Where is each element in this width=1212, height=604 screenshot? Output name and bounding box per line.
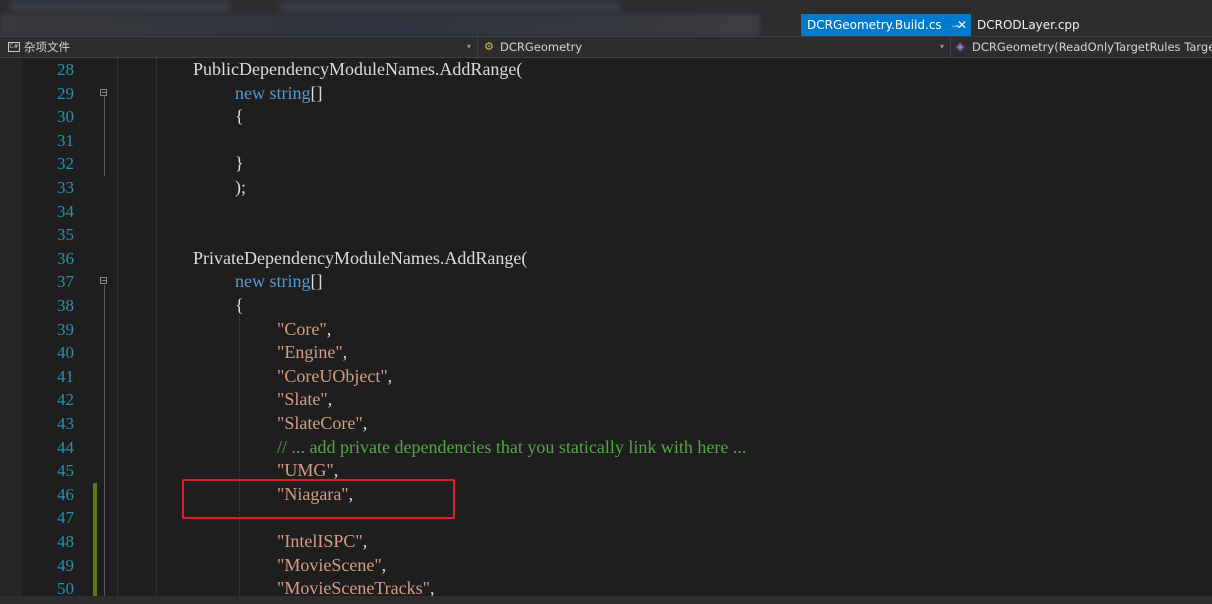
line-number: 33 — [57, 178, 74, 197]
line-number: 28 — [57, 60, 74, 79]
line-number: 29 — [57, 83, 74, 103]
member-label: DCRGeometry(ReadOnlyTargetRules Target — [972, 40, 1212, 54]
class-icon: ⚙ — [484, 39, 494, 53]
divider — [950, 37, 951, 57]
class-label: DCRGeometry — [500, 40, 583, 54]
line-number: 44 — [57, 437, 74, 457]
code-line: 40 "Engine", — [0, 341, 1212, 365]
line-number: 47 — [57, 508, 74, 528]
line-number: 45 — [57, 461, 74, 481]
code-line: 43 "SlateCore", — [0, 412, 1212, 436]
code-line: 39 "Core", — [0, 318, 1212, 342]
code-text[interactable]: new string[] — [235, 82, 323, 106]
tab-dcrgeometry-build-cs[interactable]: DCRGeometry.Build.cs ⊸ ✕ — [801, 14, 971, 36]
tab-dcrodlayer-cpp[interactable]: DCRODLayer.cpp — [971, 14, 1101, 36]
red-highlight-annotation — [182, 479, 455, 519]
line-number: 39 — [57, 319, 74, 339]
code-line: 32 } — [0, 152, 1212, 176]
code-text[interactable]: "CoreUObject", — [277, 365, 392, 389]
code-text[interactable]: "IntelISPC", — [277, 530, 367, 554]
member-dropdown[interactable]: ◈ DCRGeometry(ReadOnlyTargetRules Target — [956, 37, 1212, 57]
code-editor[interactable]: 28 PublicDependencyModuleNames.AddRange(… — [0, 58, 1212, 598]
code-line: 38 { — [0, 294, 1212, 318]
chevron-down-icon[interactable]: ▾ — [940, 37, 944, 57]
code-line: 44 // ... add private dependencies that … — [0, 436, 1212, 460]
divider — [477, 37, 478, 57]
code-line: 30 { — [0, 105, 1212, 129]
code-line: 49 "MovieScene", — [0, 554, 1212, 578]
code-text[interactable]: "SlateCore", — [277, 412, 367, 436]
line-number: 32 — [57, 154, 74, 174]
code-line: 31 — [0, 129, 1212, 153]
code-comment[interactable]: // ... add private dependencies that you… — [277, 436, 746, 460]
tab-label: DCRGeometry.Build.cs — [807, 18, 942, 32]
collapse-icon[interactable]: − — [100, 277, 108, 285]
code-line: 48 "IntelISPC", — [0, 530, 1212, 554]
close-icon[interactable]: ✕ — [957, 14, 967, 36]
blurred-region — [10, 2, 230, 12]
code-text[interactable]: new string[] — [235, 270, 323, 294]
project-icon: C# — [8, 41, 20, 52]
title-strip-blurred — [0, 0, 1212, 14]
blurred-region — [280, 2, 620, 12]
line-number: 35 — [57, 225, 74, 245]
code-text[interactable]: "MovieScene", — [277, 554, 386, 578]
code-line: 28 PublicDependencyModuleNames.AddRange( — [0, 58, 1212, 82]
line-number: 37 — [57, 272, 74, 292]
code-line: 42 "Slate", — [0, 388, 1212, 412]
project-label: 杂项文件 — [24, 40, 70, 54]
document-tab-bar: DCRGeometry.Build.cs ⊸ ✕ DCRODLayer.cpp — [0, 14, 1212, 36]
line-number: 42 — [57, 390, 74, 410]
method-icon: ◈ — [956, 39, 965, 53]
line-number: 48 — [57, 532, 74, 551]
line-number: 36 — [57, 248, 74, 268]
line-number: 43 — [57, 414, 74, 433]
code-line: 29 − new string[] — [0, 82, 1212, 106]
collapse-icon[interactable]: − — [100, 88, 108, 96]
line-number: 40 — [57, 343, 74, 363]
line-number: 38 — [57, 296, 74, 315]
tab-label: DCRODLayer.cpp — [977, 18, 1080, 32]
code-line: 34 — [0, 200, 1212, 224]
code-line: 35 — [0, 223, 1212, 247]
code-text[interactable]: PublicDependencyModuleNames.AddRange( — [193, 58, 522, 82]
code-line: 41 "CoreUObject", — [0, 365, 1212, 389]
code-text[interactable]: { — [235, 105, 244, 129]
line-number: 46 — [57, 484, 74, 504]
blurred-tabs — [0, 14, 760, 36]
code-text[interactable]: ); — [235, 176, 246, 200]
line-number: 34 — [57, 201, 74, 221]
code-line: 37 − new string[] — [0, 270, 1212, 294]
status-bar — [0, 596, 1212, 604]
code-text[interactable]: } — [235, 152, 244, 176]
code-text[interactable]: "Slate", — [277, 388, 332, 412]
navigation-bar: C# 杂项文件 ▾ ⚙ DCRGeometry ▾ ◈ DCRGeometry(Rea… — [0, 36, 1212, 58]
line-number: 49 — [57, 555, 74, 575]
code-line: 33 ); — [0, 176, 1212, 200]
line-number: 30 — [57, 107, 74, 127]
line-number: 41 — [57, 366, 74, 386]
code-text[interactable]: "Engine", — [277, 341, 347, 365]
code-text[interactable]: "Core", — [277, 318, 331, 342]
class-dropdown[interactable]: ⚙ DCRGeometry — [484, 37, 934, 57]
code-line: 36 PrivateDependencyModuleNames.AddRange… — [0, 247, 1212, 271]
project-dropdown[interactable]: C# 杂项文件 — [8, 37, 463, 57]
line-number: 31 — [57, 130, 74, 150]
chevron-down-icon[interactable]: ▾ — [467, 37, 471, 57]
code-text[interactable]: PrivateDependencyModuleNames.AddRange( — [193, 247, 527, 271]
code-text[interactable]: { — [235, 294, 244, 318]
